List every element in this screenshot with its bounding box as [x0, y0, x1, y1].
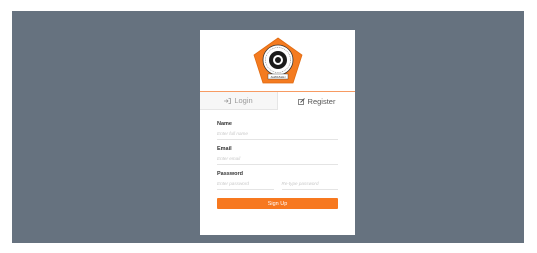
tab-login[interactable]: Login [200, 92, 278, 110]
password-row: Enter password Re-type password [217, 178, 338, 195]
sign-up-button[interactable]: Sign Up [217, 198, 338, 209]
name-label: Name [217, 121, 232, 127]
confirm-password-field[interactable]: Re-type password [281, 178, 338, 190]
edit-icon [297, 97, 305, 105]
logo-area: ALWASHLI [200, 30, 355, 92]
password-field[interactable]: Enter password [217, 178, 274, 190]
tab-register[interactable]: Register [278, 92, 355, 110]
organization-logo: ALWASHLI [253, 37, 303, 84]
email-label: Email [217, 146, 232, 152]
auth-tabs: Login Register [200, 92, 355, 110]
sign-in-icon [224, 97, 232, 104]
email-field[interactable]: Enter email [217, 153, 338, 165]
password-label: Password [217, 171, 243, 177]
tab-login-label: Login [234, 96, 253, 105]
name-field[interactable]: Enter full name [217, 128, 338, 140]
register-form: Name Enter full name Email Enter email P… [217, 120, 338, 209]
tab-register-label: Register [307, 96, 336, 106]
auth-card: ALWASHLI Login Register Name Enter full … [200, 30, 355, 235]
logo-caption: ALWASHLI [271, 75, 286, 79]
